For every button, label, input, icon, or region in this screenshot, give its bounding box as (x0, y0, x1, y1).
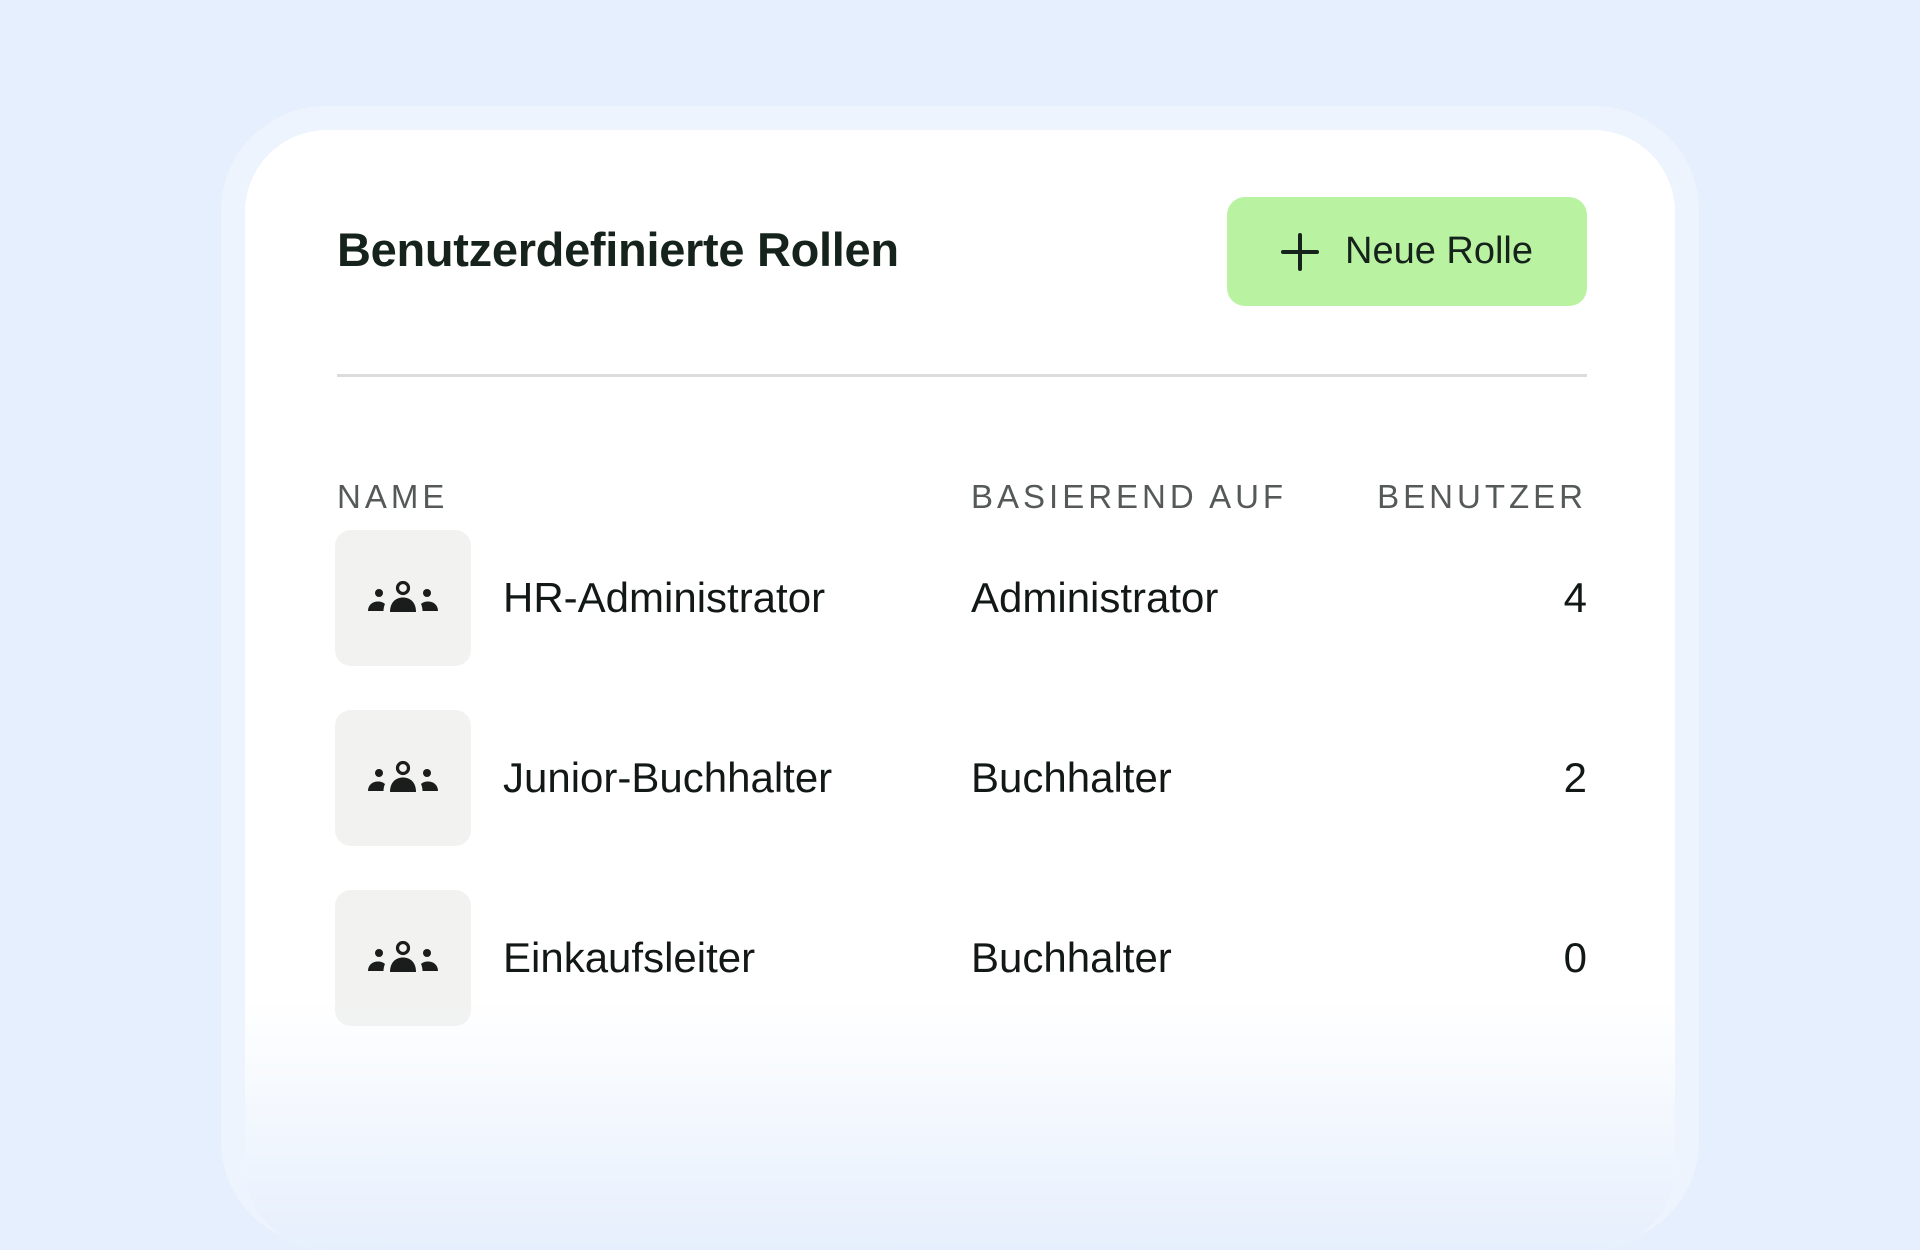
users-group-icon (368, 941, 438, 972)
table-row[interactable]: Einkaufsleiter Buchhalter 0 (335, 890, 1589, 1028)
column-header-based-on: BASIEREND AUF (971, 478, 1288, 515)
new-role-button[interactable]: Neue Rolle (1227, 197, 1587, 306)
role-user-count: 2 (1563, 754, 1587, 801)
role-icon-tile (335, 530, 471, 666)
new-role-button-label: Neue Rolle (1345, 230, 1533, 272)
column-header-name: NAME (337, 478, 449, 515)
plus-icon (1281, 232, 1319, 271)
role-based-on: Administrator (971, 574, 1219, 621)
page-title: Benutzerdefinierte Rollen (337, 223, 899, 276)
table-row[interactable]: Junior-Buchhalter Buchhalter 2 (335, 710, 1589, 848)
header-divider (337, 374, 1587, 377)
role-icon-tile (335, 890, 471, 1026)
role-icon-tile (335, 710, 471, 846)
users-group-icon (368, 761, 438, 792)
role-name: HR-Administrator (503, 574, 826, 621)
bottom-fade (245, 1000, 1675, 1250)
role-based-on: Buchhalter (971, 754, 1172, 801)
role-name: Junior-Buchhalter (503, 754, 833, 801)
roles-card: Benutzerdefinierte Rollen Neue Rolle NAM… (245, 130, 1675, 1250)
role-user-count: 0 (1563, 934, 1587, 981)
table-row[interactable]: HR-Administrator Administrator 4 (335, 530, 1589, 668)
users-group-icon (368, 581, 438, 612)
role-user-count: 4 (1563, 574, 1587, 621)
role-based-on: Buchhalter (971, 934, 1172, 981)
column-header-users: BENUTZER (1377, 478, 1587, 515)
role-name: Einkaufsleiter (503, 934, 756, 981)
